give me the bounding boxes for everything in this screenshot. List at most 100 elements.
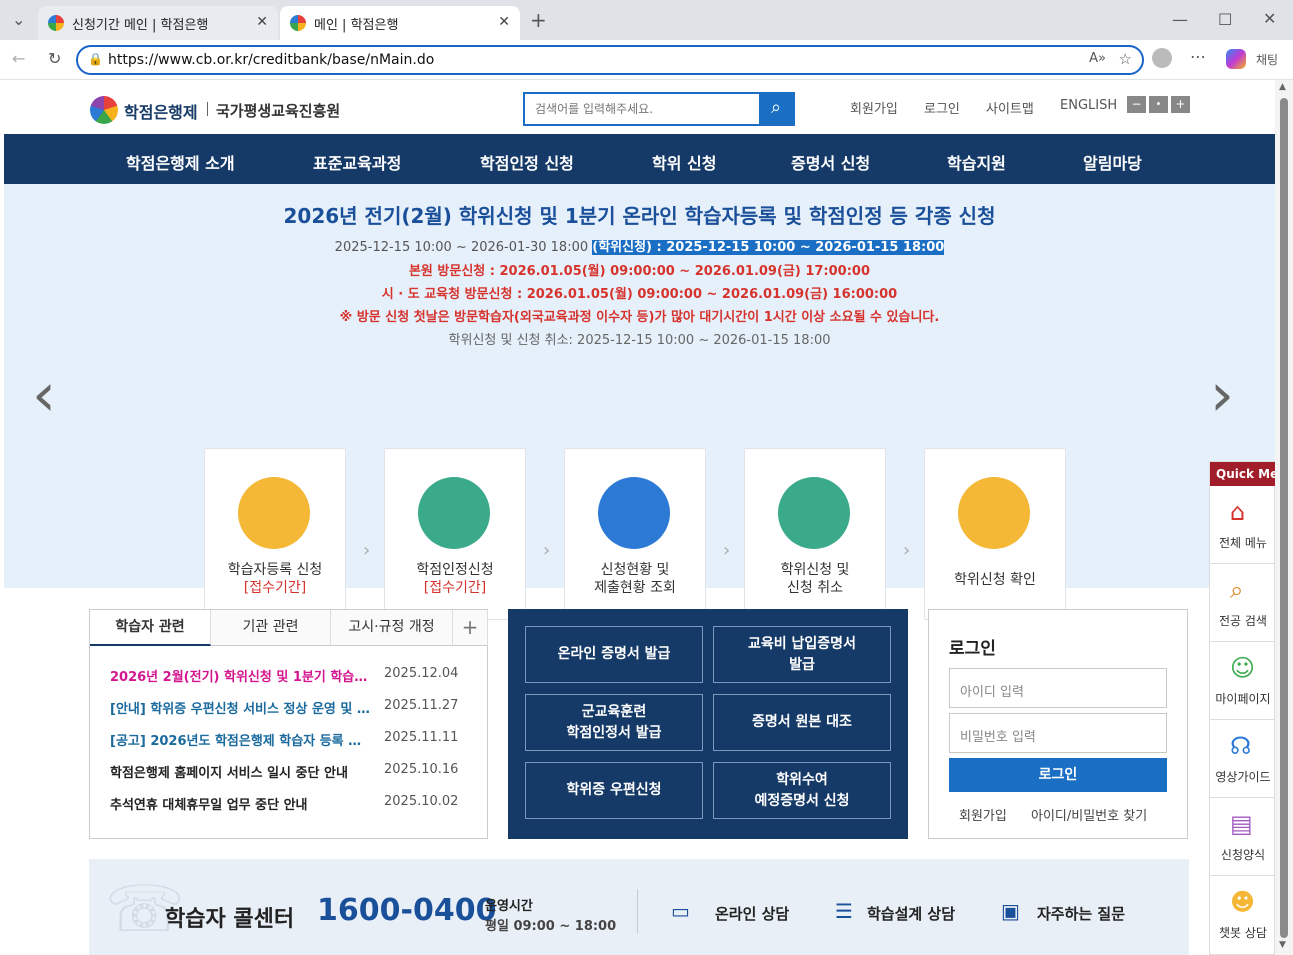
search-input[interactable] xyxy=(525,94,759,124)
scroll-thumb[interactable] xyxy=(1280,98,1288,938)
quick-menu: Quick Menu ⌂전체 메뉴 ⌕전공 검색 ☺마이페이지 ☊영상가이드 ▤… xyxy=(1209,461,1276,955)
profile-icon[interactable] xyxy=(1152,48,1172,68)
nav-credit-apply[interactable]: 학점인정 신청 xyxy=(480,150,574,174)
quick-all-menu[interactable]: ⌂ 전체 메뉴 xyxy=(1210,486,1276,564)
chat-label[interactable]: 채팅 xyxy=(1256,51,1278,68)
notice-row[interactable]: 2026년 2월(전기) 학위신청 및 1분기 학습자등록 2025.12.04 xyxy=(110,666,470,685)
card-degree-confirm[interactable]: 학위신청 확인 › xyxy=(924,448,1066,633)
card-status-check[interactable]: 신청현황 및 제출현황 조회 xyxy=(564,448,706,620)
login-button[interactable]: 로그인 xyxy=(949,758,1167,792)
quick-major-search[interactable]: ⌕ 전공 검색 xyxy=(1210,564,1276,642)
tab-active[interactable]: 메인 | 학점은행 ✕ xyxy=(280,6,520,40)
next-arrow-icon[interactable]: › xyxy=(1210,360,1234,430)
copilot-icon[interactable] xyxy=(1226,49,1246,69)
books-icon xyxy=(238,477,310,549)
join-link[interactable]: 회원가입 xyxy=(850,98,898,117)
service-panel: 온라인 증명서 발급 교육비 납입증명서 발급 군교육훈련 학점인정서 발급 증명서… xyxy=(508,609,908,839)
address-bar[interactable]: 🔒 https://www.cb.or.kr/creditbank/base/n… xyxy=(76,45,1144,75)
nav-intro[interactable]: 학점은행제 소개 xyxy=(126,150,235,174)
zoom-out-icon[interactable]: − xyxy=(1127,96,1146,113)
scroll-down-icon[interactable]: ▼ xyxy=(1279,940,1286,950)
org-name[interactable]: 국가평생교육진흥원 xyxy=(216,100,340,121)
back-icon[interactable]: ← xyxy=(12,49,25,68)
banner-period: 2025-12-15 10:00 ~ 2026-01-30 18:00 (학위신… xyxy=(334,240,945,255)
callcenter-phone[interactable]: 1600-0400 xyxy=(317,893,496,928)
sitemap-link[interactable]: 사이트맵 xyxy=(986,98,1034,117)
svc-online-cert[interactable]: 온라인 증명서 발급 xyxy=(525,626,703,683)
nav-degree-apply[interactable]: 학위 신청 xyxy=(652,150,716,174)
separator-chevron-icon: › xyxy=(363,540,371,561)
maximize-icon[interactable]: ☐ xyxy=(1218,10,1232,29)
nav-certificate[interactable]: 증명서 신청 xyxy=(791,150,870,174)
quick-video-guide[interactable]: ☊ 영상가이드 xyxy=(1210,720,1276,798)
degree-period-highlight: (학위신청) : 2025-12-15 10:00 ~ 2026-01-15 1… xyxy=(592,240,945,255)
login-title: 로그인 xyxy=(949,639,996,659)
site-logo-text[interactable]: 학점은행제 xyxy=(124,99,198,123)
notice-row[interactable]: 학점은행제 홈페이지 서비스 일시 중단 안내 2025.10.16 xyxy=(110,762,470,781)
tab-regulation[interactable]: 고시·규정 개정 xyxy=(331,610,453,646)
page-scrollbar[interactable]: ▲ ▼ xyxy=(1275,80,1293,955)
zoom-reset-icon[interactable]: • xyxy=(1149,96,1168,113)
find-account-link[interactable]: 아이디/비밀번호 찾기 xyxy=(1031,805,1147,824)
english-link[interactable]: ENGLISH xyxy=(1060,98,1117,113)
tab-inactive[interactable]: 신청기간 메인 | 학점은행 ✕ xyxy=(38,6,278,40)
laptop-icon: ▭ xyxy=(671,899,690,923)
faq-link[interactable]: 자주하는 질문 xyxy=(1037,903,1125,924)
card-credit-apply[interactable]: 학점인정신청[접수기간] › xyxy=(384,448,526,633)
quick-forms[interactable]: ▤ 신청양식 xyxy=(1210,798,1276,876)
inbox-icon xyxy=(418,477,490,549)
hours-value: 평일 09:00 ~ 18:00 xyxy=(485,919,617,934)
svc-original-check[interactable]: 증명서 원본 대조 xyxy=(713,694,891,751)
read-aloud-icon[interactable]: A» xyxy=(1089,51,1106,66)
lock-icon[interactable]: 🔒 xyxy=(88,52,103,66)
svc-military-cert[interactable]: 군교육훈련 학점인정서 발급 xyxy=(525,694,703,751)
online-consult-link[interactable]: 온라인 상담 xyxy=(715,903,789,924)
logo-divider xyxy=(207,102,208,116)
favorite-star-icon[interactable]: ☆ xyxy=(1119,50,1132,68)
prev-arrow-icon[interactable]: ‹ xyxy=(32,360,56,430)
site-header: 학점은행제 국가평생교육진흥원 ⌕ 회원가입 로그인 사이트맵 ENGLISH … xyxy=(0,80,1275,134)
refresh-icon[interactable]: ↻ xyxy=(48,49,61,68)
nav-notice[interactable]: 알림마당 xyxy=(1083,150,1142,174)
more-icon[interactable]: ⋯ xyxy=(1190,47,1206,66)
home-menu-icon: ⌂ xyxy=(1230,498,1246,526)
search-icon[interactable]: ⌕ xyxy=(759,94,793,124)
separator-chevron-icon: › xyxy=(543,540,551,561)
favicon-icon xyxy=(48,15,64,31)
close-tab-icon[interactable]: ✕ xyxy=(498,14,510,30)
nav-curriculum[interactable]: 표준교육과정 xyxy=(313,150,401,174)
quick-mypage[interactable]: ☺ 마이페이지 xyxy=(1210,642,1276,720)
svc-degree-mail[interactable]: 학위증 우편신청 xyxy=(525,762,703,819)
notice-row[interactable]: [안내] 학위증 우편신청 서비스 정상 운영 및 이용 2025.11.27 xyxy=(110,698,470,717)
minimize-icon[interactable]: — xyxy=(1172,10,1188,29)
nav-support[interactable]: 학습지원 xyxy=(947,150,1006,174)
visit-main: 본원 방문신청 : 2026.01.05(월) 09:00:00 ~ 2026.… xyxy=(408,264,871,279)
close-tab-icon[interactable]: ✕ xyxy=(256,14,268,30)
card-learner-register[interactable]: 학습자등록 신청[접수기간] › xyxy=(204,448,346,633)
tab-learner[interactable]: 학습자 관련 xyxy=(90,610,211,646)
password-input[interactable]: 비밀번호 입력 xyxy=(949,713,1167,753)
svc-degree-expected[interactable]: 학위수여 예정증명서 신청 xyxy=(713,762,891,819)
tab-institution[interactable]: 기관 관련 xyxy=(211,610,331,646)
logo-flower-icon[interactable] xyxy=(90,96,118,124)
scroll-up-icon[interactable]: ▲ xyxy=(1279,82,1286,92)
study-plan-link[interactable]: 학습설계 상담 xyxy=(867,903,955,924)
svc-tuition-cert[interactable]: 교육비 납입증명서 발급 xyxy=(713,626,891,683)
notice-row[interactable]: 추석연휴 대체휴무일 업무 중단 안내 2025.10.02 xyxy=(110,794,470,813)
card-degree-apply[interactable]: 학위신청 및신청 취소 › xyxy=(744,448,886,633)
zoom-in-icon[interactable]: + xyxy=(1171,96,1190,113)
tab-list-icon[interactable]: ⌄ xyxy=(12,10,25,29)
web-page: 학점은행제 국가평생교육진흥원 ⌕ 회원가입 로그인 사이트맵 ENGLISH … xyxy=(0,80,1275,955)
join-link[interactable]: 회원가입 xyxy=(959,805,1007,824)
notice-row[interactable]: [공고] 2026년도 학점은행제 학습자 등록 안내 2025.11.11 xyxy=(110,730,470,749)
login-link[interactable]: 로그인 xyxy=(924,98,960,117)
visit-office: 시 · 도 교육청 방문신청 : 2026.01.05(월) 09:00:00 … xyxy=(381,287,898,302)
new-tab-icon[interactable]: + xyxy=(530,8,547,32)
banner-title: 2026년 전기(2월) 학위신청 및 1분기 온라인 학습자등록 및 학점인정… xyxy=(283,204,996,228)
close-window-icon[interactable]: ✕ xyxy=(1263,9,1276,28)
notice-board: 학습자 관련 기관 관련 고시·규정 개정 + 2026년 2월(전기) 학위신… xyxy=(89,609,488,839)
id-input[interactable]: 아이디 입력 xyxy=(949,668,1167,708)
more-plus-icon[interactable]: + xyxy=(453,610,488,646)
quick-chatbot[interactable]: ☻ 챗봇 상담 xyxy=(1210,876,1276,954)
main-banner: 2026년 전기(2월) 학위신청 및 1분기 온라인 학습자등록 및 학점인정… xyxy=(4,184,1275,644)
